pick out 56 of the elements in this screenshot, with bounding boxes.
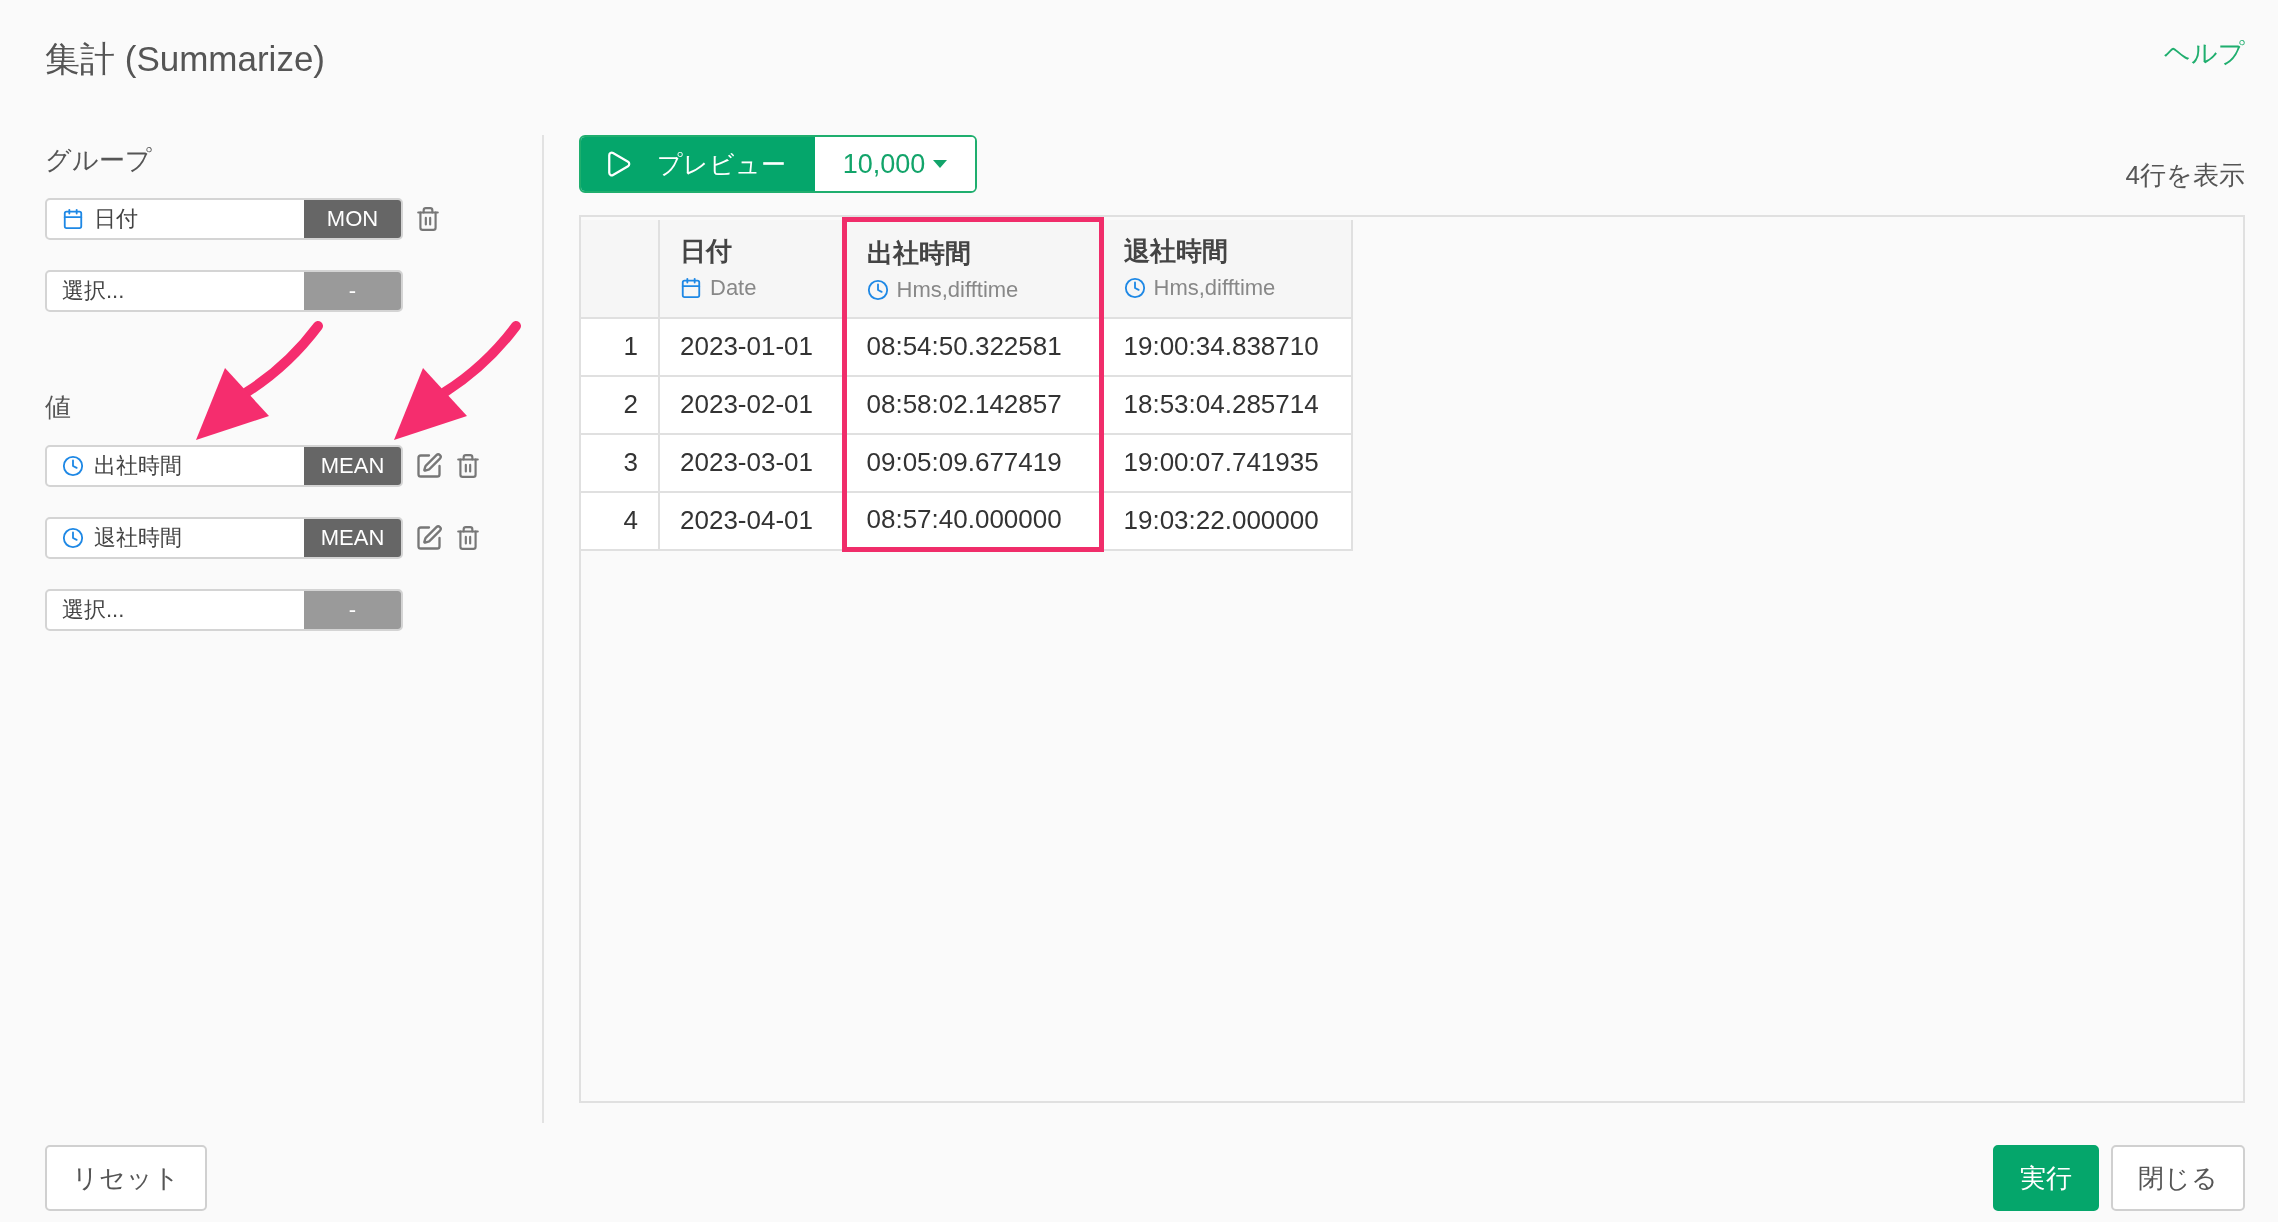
reset-button[interactable]: リセット: [45, 1145, 207, 1211]
clock-icon: [866, 279, 889, 301]
table-cell: 2023-03-01: [659, 433, 844, 492]
clock-icon: [1123, 276, 1146, 299]
column-name: 退社時間: [94, 524, 182, 552]
select-placeholder: 選択...: [62, 277, 125, 305]
section-label: 値: [45, 391, 72, 424]
calendar-icon: [62, 208, 84, 230]
column-header: 日付: [680, 234, 733, 268]
table-cell: 2023-01-01: [659, 317, 844, 376]
function-tag[interactable]: MEAN: [304, 519, 401, 557]
caret-icon: [933, 160, 948, 168]
column-select[interactable]: 退社時間 MEAN: [45, 517, 403, 559]
column-name: 出社時間: [94, 452, 182, 480]
edit-icon[interactable]: [415, 452, 443, 480]
column-select[interactable]: 出社時間 MEAN: [45, 445, 403, 487]
column-select[interactable]: 選択... -: [45, 270, 403, 312]
column-name: 日付: [94, 205, 138, 233]
column-type: Hms,difftime: [1153, 274, 1276, 301]
column-type: Hms,difftime: [896, 277, 1019, 303]
preview-button[interactable]: プレビュー: [581, 137, 815, 191]
function-tag[interactable]: MEAN: [304, 447, 401, 485]
table-cell: 2023-02-01: [659, 375, 844, 434]
table-cell: 19:00:34.838710: [1101, 317, 1352, 376]
column-header: 退社時間: [1123, 234, 1229, 268]
edit-icon[interactable]: [415, 524, 443, 552]
table-cell: 08:54:50.322581: [844, 317, 1101, 376]
table-cell: 09:05:09.677419: [844, 433, 1101, 492]
dialog-title: 集計 (Summarize): [45, 38, 326, 80]
run-button[interactable]: 実行: [1993, 1145, 2099, 1211]
column-select[interactable]: 日付 MON: [45, 198, 403, 240]
calendar-icon: [680, 276, 702, 299]
row-limit-dropdown[interactable]: 10,000: [815, 137, 975, 191]
column-type: Date: [710, 274, 757, 301]
function-tag[interactable]: MON: [304, 200, 401, 238]
table-cell: 19:03:22.000000: [1101, 491, 1352, 550]
row-number: 2: [581, 375, 659, 434]
clock-icon: [62, 527, 84, 549]
table-cell: 19:00:07.741935: [1101, 433, 1352, 492]
delete-icon[interactable]: [415, 206, 441, 232]
section-label: グループ: [45, 144, 153, 177]
table-cell: 08:57:40.000000: [844, 491, 1101, 550]
table-cell: 18:53:04.285714: [1101, 375, 1352, 434]
column-select[interactable]: 選択... -: [45, 589, 403, 631]
column-header: 出社時間: [866, 237, 972, 270]
table-cell: 2023-04-01: [659, 491, 844, 550]
row-number: 4: [581, 491, 659, 550]
table-cell: 08:58:02.142857: [844, 375, 1101, 434]
delete-icon[interactable]: [455, 453, 481, 479]
row-number: 3: [581, 433, 659, 492]
row-number: 1: [581, 317, 659, 376]
close-button[interactable]: 閉じる: [2111, 1145, 2245, 1211]
select-placeholder: 選択...: [62, 596, 125, 624]
delete-icon[interactable]: [455, 525, 481, 551]
row-count: 4行を表示: [2125, 159, 2245, 192]
clock-icon: [62, 455, 84, 477]
